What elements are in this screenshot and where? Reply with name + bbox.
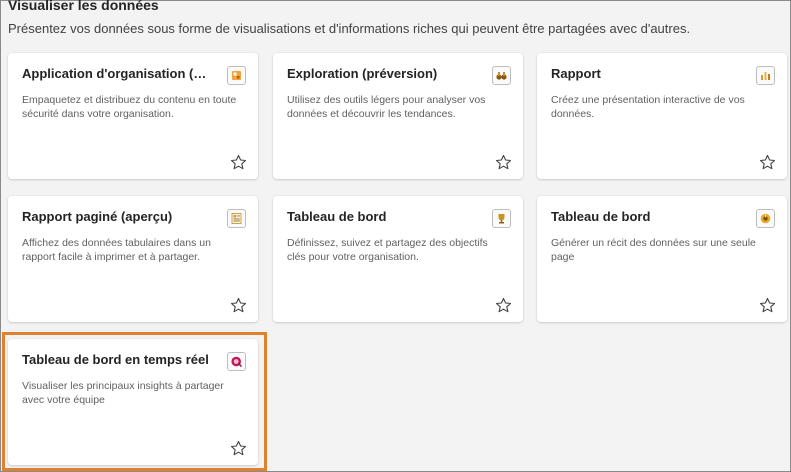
card-grid: Application d'organisation (pr... Empaqu…	[1, 1, 790, 471]
card-description: Affichez des données tabulaires dans un …	[22, 237, 211, 263]
org-app-icon	[227, 66, 246, 85]
favorite-star-icon[interactable]	[495, 297, 512, 314]
favorite-star-icon[interactable]	[759, 154, 776, 171]
create-visualize-page: { "section": { "title": "Visualiser les …	[0, 0, 791, 472]
card-description: Utilisez des outils légers pour analyser…	[287, 94, 486, 120]
card-description: Empaquetez et distribuez du contenu en t…	[22, 94, 237, 120]
favorite-star-icon[interactable]	[495, 154, 512, 171]
trophy-icon	[492, 209, 511, 228]
favorite-star-icon[interactable]	[230, 154, 247, 171]
card-realtime-dashboard[interactable]: Tableau de bord en temps réel Visualiser…	[8, 339, 258, 465]
card-dashboard[interactable]: Tableau de bord Générer un récit des don…	[537, 196, 787, 322]
card-title: Rapport	[551, 66, 601, 81]
card-exploration[interactable]: Exploration (préversion) Utilisez des ou…	[273, 53, 523, 179]
card-title: Tableau de bord	[287, 209, 387, 224]
card-title: Tableau de bord en temps réel	[22, 352, 209, 367]
favorite-star-icon[interactable]	[759, 297, 776, 314]
realtime-dashboard-icon	[227, 352, 246, 371]
card-title: Exploration (préversion)	[287, 66, 438, 81]
card-paginated-report[interactable]: Rapport paginé (aperçu) Affichez des don…	[8, 196, 258, 322]
paginated-report-icon	[227, 209, 246, 228]
card-scorecard[interactable]: Tableau de bord Définissez, suivez et pa…	[273, 196, 523, 322]
card-title: Rapport paginé (aperçu)	[22, 209, 173, 224]
favorite-star-icon[interactable]	[230, 440, 247, 457]
report-chart-icon	[756, 66, 775, 85]
card-description: Générer un récit des données sur une seu…	[551, 237, 756, 263]
card-description: Définissez, suivez et partagez des objec…	[287, 237, 488, 263]
card-description: Créez une présentation interactive de vo…	[551, 94, 745, 120]
dashboard-gauge-icon	[756, 209, 775, 228]
card-org-app[interactable]: Application d'organisation (pr... Empaqu…	[8, 53, 258, 179]
card-title: Application d'organisation (pr...	[22, 66, 212, 81]
binoculars-icon	[492, 66, 511, 85]
card-title: Tableau de bord	[551, 209, 651, 224]
card-report[interactable]: Rapport Créez une présentation interacti…	[537, 53, 787, 179]
favorite-star-icon[interactable]	[230, 297, 247, 314]
card-description: Visualiser les principaux insights à par…	[22, 380, 224, 406]
